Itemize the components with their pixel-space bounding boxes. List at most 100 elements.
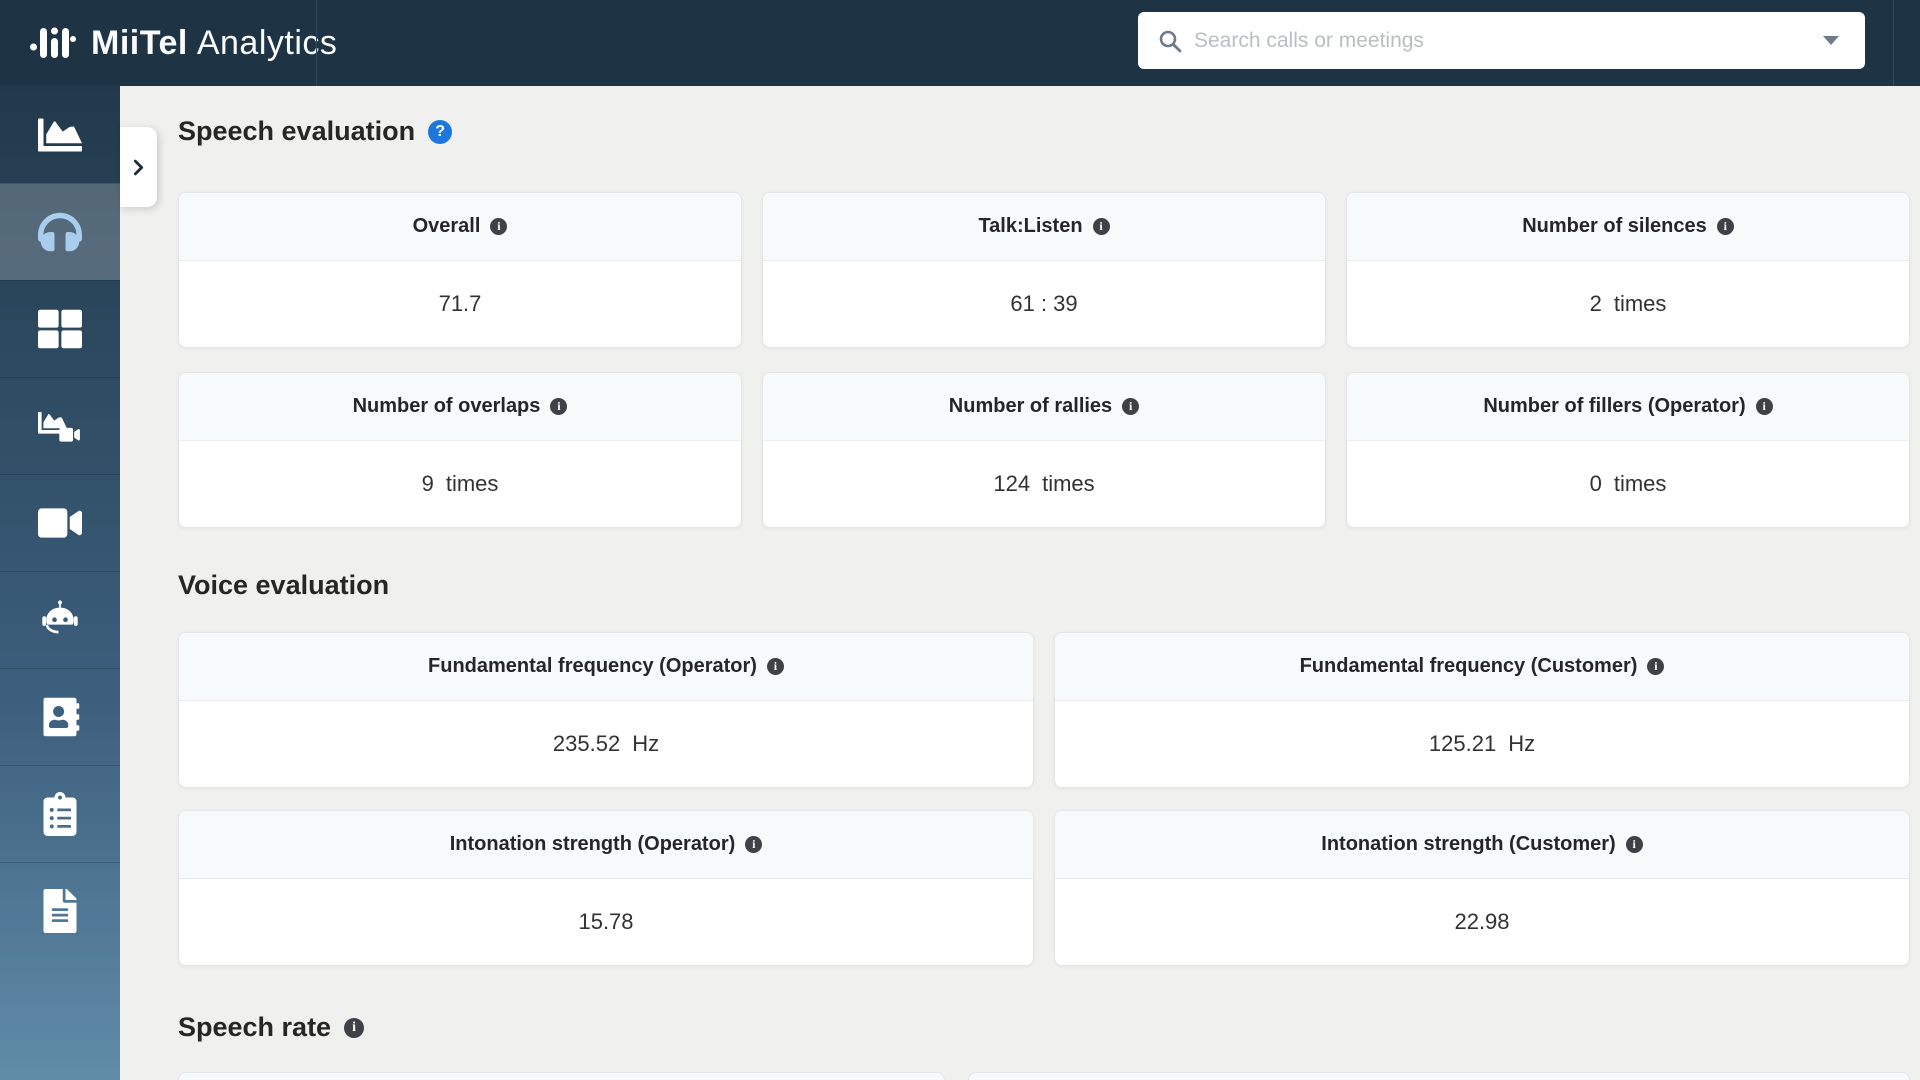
metric-card-silences: Number of silences i 2 times bbox=[1346, 192, 1910, 348]
chevron-right-icon bbox=[133, 159, 144, 175]
chart-video-icon bbox=[38, 412, 80, 442]
brand-name-primary: MiiTel bbox=[91, 23, 188, 62]
metric-card-talk-listen: Talk:Listen i 61 : 39 bbox=[762, 192, 1326, 348]
metric-card-overlaps: Number of overlaps i 9 times bbox=[178, 372, 742, 528]
metric-card-header: Overall i bbox=[179, 193, 741, 261]
search-box bbox=[1138, 12, 1865, 69]
metric-value: 61 : 39 bbox=[1010, 291, 1078, 316]
speech-rate-card-left bbox=[178, 1072, 945, 1080]
info-icon[interactable]: i bbox=[1122, 398, 1140, 415]
metric-card-header: Talk:Listen i bbox=[763, 193, 1325, 261]
metric-card-overall: Overall i 71.7 bbox=[178, 192, 742, 348]
metric-card-body: 2 times bbox=[1347, 261, 1909, 347]
video-camera-icon bbox=[38, 508, 82, 538]
metric-card-body: 22.98 bbox=[1055, 879, 1909, 965]
help-icon[interactable]: ? bbox=[428, 119, 453, 144]
area-chart-icon bbox=[38, 118, 82, 151]
sidebar-item-video-meetings[interactable] bbox=[0, 474, 120, 571]
robot-headset-icon bbox=[42, 600, 78, 634]
main-content: Speech evaluation ? Overall i 71.7 Talk:… bbox=[120, 86, 1920, 1080]
sidebar-item-tasks[interactable] bbox=[0, 765, 120, 862]
brand-name: MiiTel Analytics bbox=[91, 24, 337, 63]
sidebar-item-table[interactable] bbox=[0, 280, 120, 377]
metric-card-intonation-strength-operator: Intonation strength (Operator) i 15.78 bbox=[178, 810, 1034, 966]
speech-rate-title: Speech rate i bbox=[178, 1012, 365, 1043]
sidebar-item-reports[interactable] bbox=[0, 862, 120, 959]
info-icon[interactable]: i bbox=[550, 398, 568, 415]
sidebar-item-contacts[interactable] bbox=[0, 668, 120, 765]
info-icon[interactable]: i bbox=[1092, 218, 1110, 235]
info-icon[interactable]: i bbox=[766, 658, 784, 675]
app-screen: MiiTel Analytics Search calls or meeting… bbox=[0, 0, 1920, 1080]
voice-evaluation-title-text: Voice evaluation bbox=[178, 570, 390, 600]
brand-logo[interactable]: MiiTel Analytics bbox=[30, 0, 337, 86]
metric-label: Number of fillers (Operator) bbox=[1483, 395, 1746, 417]
speech-rate-card-right bbox=[968, 1072, 1910, 1080]
metric-card-intonation-strength-customer: Intonation strength (Customer) i 22.98 bbox=[1054, 810, 1910, 966]
metric-unit: times bbox=[1042, 471, 1095, 496]
info-icon[interactable]: i bbox=[1716, 218, 1734, 235]
metric-unit: times bbox=[1613, 291, 1667, 316]
info-icon[interactable]: i bbox=[1625, 836, 1643, 853]
metric-label: Talk:Listen bbox=[978, 215, 1083, 237]
metric-card-body: 15.78 bbox=[179, 879, 1033, 965]
sidebar-expand-button[interactable] bbox=[120, 127, 157, 207]
speech-evaluation-grid: Overall i 71.7 Talk:Listen i 61 : 39 Num… bbox=[178, 192, 1910, 528]
info-icon[interactable]: i bbox=[1647, 658, 1665, 675]
sidebar-item-ai-assistant[interactable] bbox=[0, 571, 120, 668]
metric-card-body: 125.21 Hz bbox=[1055, 701, 1909, 787]
metric-card-header: Fundamental frequency (Customer) i bbox=[1055, 633, 1909, 701]
sidebar-item-analytics[interactable] bbox=[0, 86, 120, 183]
search-input[interactable] bbox=[1194, 12, 1823, 69]
metric-unit: Hz bbox=[632, 731, 660, 756]
metric-card-header: Intonation strength (Customer) i bbox=[1055, 811, 1909, 879]
metric-card-fillers-operator: Number of fillers (Operator) i 0 times bbox=[1346, 372, 1910, 528]
metric-card-rallies: Number of rallies i 124 times bbox=[762, 372, 1326, 528]
metric-card-body: 61 : 39 bbox=[763, 261, 1325, 347]
metric-value: 235.52 bbox=[552, 731, 621, 756]
speech-evaluation-title-text: Speech evaluation bbox=[178, 116, 416, 146]
voice-evaluation-title: Voice evaluation bbox=[178, 570, 389, 601]
headphones-icon bbox=[38, 212, 82, 252]
metric-card-body: 124 times bbox=[763, 441, 1325, 527]
info-icon[interactable]: i bbox=[1755, 398, 1773, 415]
info-icon[interactable]: i bbox=[344, 1017, 365, 1038]
metric-label: Number of overlaps bbox=[352, 395, 541, 417]
metric-card-header: Fundamental frequency (Operator) i bbox=[179, 633, 1033, 701]
info-icon[interactable]: i bbox=[745, 836, 763, 853]
metric-card-header: Number of fillers (Operator) i bbox=[1347, 373, 1909, 441]
metric-card-fundamental-frequency-customer: Fundamental frequency (Customer) i 125.2… bbox=[1054, 632, 1910, 788]
metric-value: 9 bbox=[421, 471, 434, 496]
search-dropdown-caret[interactable] bbox=[1823, 36, 1839, 45]
metric-value: 0 bbox=[1589, 471, 1602, 496]
metric-label: Number of silences bbox=[1522, 215, 1707, 237]
metric-value: 71.7 bbox=[438, 291, 482, 316]
topbar: MiiTel Analytics bbox=[0, 0, 1920, 86]
metric-label: Intonation strength (Operator) bbox=[449, 833, 736, 855]
metric-label: Overall bbox=[412, 215, 481, 237]
sidebar-item-meeting-analytics[interactable] bbox=[0, 377, 120, 474]
metric-value: 22.98 bbox=[1454, 909, 1510, 934]
sidebar bbox=[0, 86, 120, 1080]
topbar-divider-left bbox=[316, 0, 317, 86]
metric-card-body: 235.52 Hz bbox=[179, 701, 1033, 787]
metric-label: Fundamental frequency (Customer) bbox=[1299, 655, 1638, 677]
metric-value: 2 bbox=[1589, 291, 1602, 316]
sidebar-item-calls[interactable] bbox=[0, 183, 120, 280]
voice-evaluation-grid: Fundamental frequency (Operator) i 235.5… bbox=[178, 632, 1910, 966]
clipboard-list-icon bbox=[43, 792, 77, 836]
metric-value: 15.78 bbox=[578, 909, 634, 934]
metric-value: 125.21 bbox=[1428, 731, 1497, 756]
waveform-icon bbox=[30, 27, 76, 58]
metric-value: 124 bbox=[993, 471, 1031, 496]
metric-unit: times bbox=[1613, 471, 1667, 496]
metric-card-header: Number of rallies i bbox=[763, 373, 1325, 441]
address-book-icon bbox=[43, 697, 80, 737]
metric-unit: times bbox=[445, 471, 499, 496]
metric-card-body: 71.7 bbox=[179, 261, 741, 347]
metric-card-body: 9 times bbox=[179, 441, 741, 527]
info-icon[interactable]: i bbox=[490, 218, 508, 235]
document-icon bbox=[43, 889, 77, 933]
metric-card-body: 0 times bbox=[1347, 441, 1909, 527]
speech-evaluation-title: Speech evaluation ? bbox=[178, 116, 453, 147]
